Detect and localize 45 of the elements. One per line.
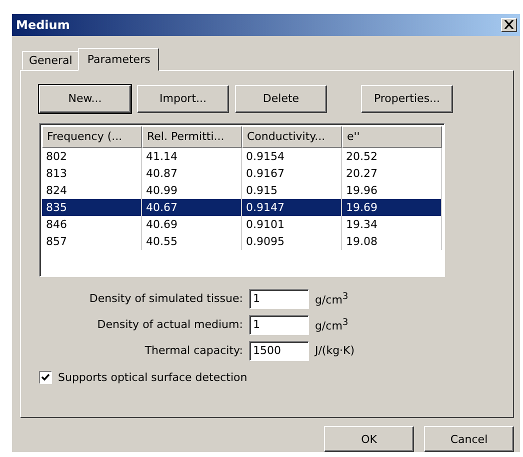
table-cell[interactable]: 813	[42, 164, 142, 182]
table-cell[interactable]: 40.55	[142, 232, 242, 250]
column-header[interactable]: Rel. Permitti...	[142, 126, 242, 148]
table-cell[interactable]: 19.08	[342, 232, 442, 250]
table-cell[interactable]: 0.9101	[242, 216, 342, 233]
tab[interactable]: General	[22, 50, 80, 70]
unit-label: J/(kg·K)	[314, 344, 356, 358]
table-cell[interactable]: 0.9154	[242, 148, 342, 165]
checkbox[interactable]	[39, 370, 52, 384]
input-field[interactable]: 1500	[248, 340, 309, 361]
unit-label: g/cm$^{3}$	[314, 316, 350, 333]
table-cell[interactable]: 0.9147	[242, 198, 342, 216]
tab[interactable]: Parameters	[78, 48, 160, 71]
toolbar-button[interactable]: Delete	[235, 84, 327, 113]
table-cell[interactable]: 19.69	[342, 198, 442, 216]
table-cell[interactable]: 40.87	[142, 164, 242, 182]
field-label: Thermal capacity:	[144, 344, 243, 358]
table-cell[interactable]: 40.67	[142, 198, 242, 216]
column-header[interactable]: Frequency (...	[42, 126, 142, 148]
table-cell[interactable]: 0.9095	[242, 232, 342, 250]
close-button[interactable]	[501, 18, 517, 32]
toolbar-button[interactable]: Properties...	[361, 84, 453, 113]
table-cell[interactable]: 41.14	[142, 148, 242, 165]
dialog-button[interactable]: Cancel	[424, 426, 514, 452]
table-cell[interactable]: 40.69	[142, 216, 242, 233]
table-cell[interactable]: 846	[42, 216, 142, 233]
input-field[interactable]: 1	[248, 288, 309, 309]
table-cell[interactable]: 802	[42, 148, 142, 165]
input-field[interactable]: 1	[248, 314, 309, 335]
field-label: Density of simulated tissue:	[88, 292, 243, 306]
unit-label: g/cm$^{3}$	[314, 290, 350, 307]
dialog-button[interactable]: OK	[324, 426, 414, 452]
table-cell[interactable]: 19.34	[342, 216, 442, 233]
field-label: Density of actual medium:	[96, 318, 243, 332]
table-cell[interactable]: 857	[42, 232, 142, 250]
column-header[interactable]: e''	[342, 126, 442, 148]
table-cell[interactable]: 0.9167	[242, 164, 342, 182]
toolbar-button[interactable]: New...	[39, 84, 131, 113]
table-cell[interactable]: 835	[42, 198, 142, 216]
column-header[interactable]: Conductivity...	[242, 126, 342, 148]
table-cell[interactable]: 20.27	[342, 164, 442, 182]
window-title: Medium	[16, 18, 70, 32]
toolbar-button[interactable]: Import...	[137, 84, 229, 113]
checkbox-label: Supports optical surface detection	[58, 370, 248, 384]
table-cell[interactable]: 20.52	[342, 148, 442, 165]
